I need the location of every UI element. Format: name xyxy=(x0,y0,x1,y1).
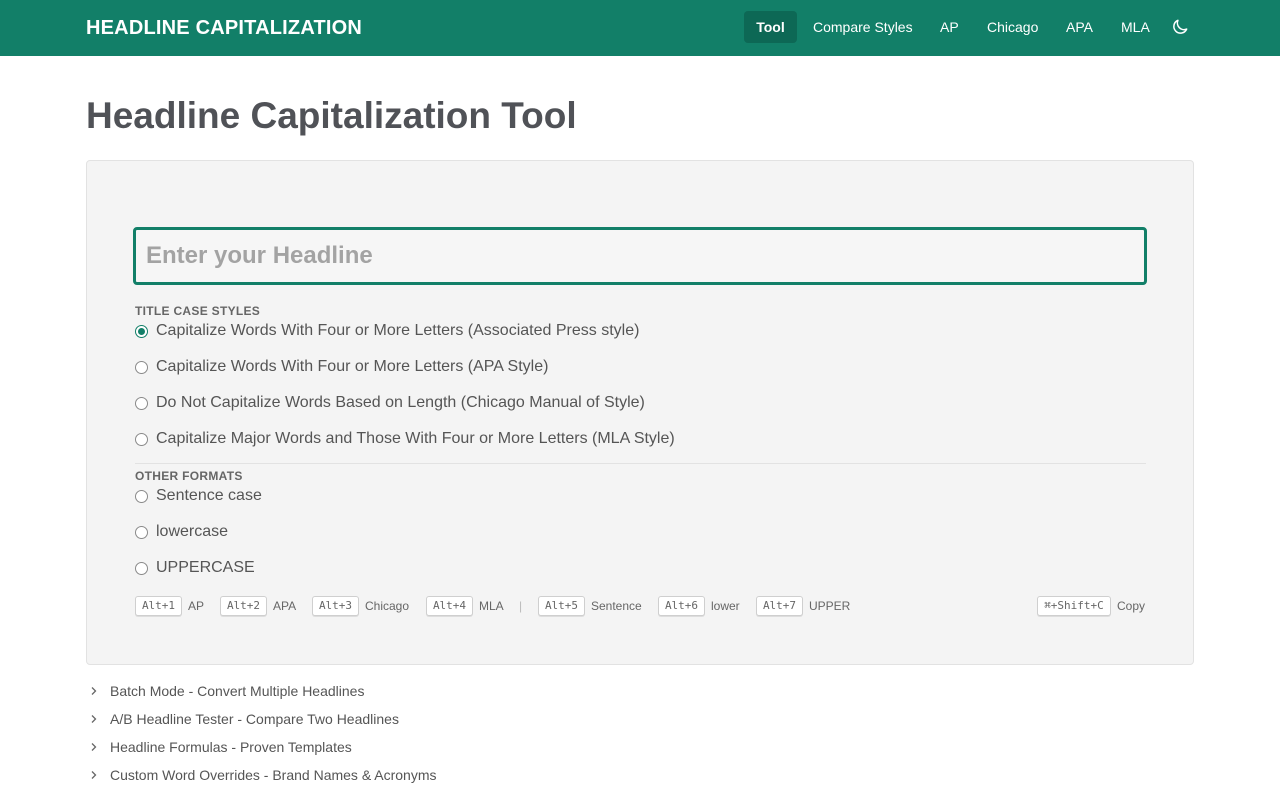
chevron-right-icon xyxy=(91,687,97,695)
chevron-right-icon xyxy=(91,771,97,779)
nav-tool[interactable]: Tool xyxy=(744,11,797,43)
shortcut-separator: | xyxy=(519,599,523,613)
shortcut-key: Alt+5 xyxy=(538,596,585,616)
option-label: lowercase xyxy=(156,523,229,540)
option-label: Capitalize Words With Four or More Lette… xyxy=(156,358,549,375)
moon-icon[interactable] xyxy=(1170,17,1190,37)
chevron-right-icon xyxy=(91,743,97,751)
nav-ap[interactable]: AP xyxy=(940,11,959,43)
option-label: Capitalize Words With Four or More Lette… xyxy=(156,322,640,339)
nav-apa[interactable]: APA xyxy=(1066,11,1093,43)
shortcut-label: MLA xyxy=(479,599,504,613)
option-label: Do Not Capitalize Words Based on Length … xyxy=(156,394,645,411)
section-ab-tester[interactable]: A/B Headline Tester - Compare Two Headli… xyxy=(89,710,399,728)
shortcut-key: Alt+3 xyxy=(312,596,359,616)
section-custom-overrides[interactable]: Custom Word Overrides - Brand Names & Ac… xyxy=(89,766,437,784)
shortcut-key: Alt+6 xyxy=(658,596,705,616)
radio-button[interactable] xyxy=(135,561,148,575)
shortcut-label: Chicago xyxy=(365,599,410,613)
page-title: Headline Capitalization Tool xyxy=(86,95,577,136)
chevron-right-icon xyxy=(91,715,97,723)
radio-button[interactable] xyxy=(135,489,148,503)
nav-compare-styles[interactable]: Compare Styles xyxy=(813,11,913,43)
section-label: A/B Headline Tester - Compare Two Headli… xyxy=(110,711,399,727)
shortcut-label: Sentence xyxy=(591,599,642,613)
copy-shortcut-label: Copy xyxy=(1117,599,1146,613)
shortcut-label: UPPER xyxy=(809,599,851,613)
shortcut-key: Alt+4 xyxy=(426,596,473,616)
radio-button[interactable] xyxy=(135,360,148,374)
option-uppercase[interactable]: UPPERCASE xyxy=(135,557,255,579)
nav-chicago[interactable]: Chicago xyxy=(987,11,1038,43)
radio-button[interactable] xyxy=(135,432,148,446)
other-formats-heading: OTHER FORMATS xyxy=(135,469,243,483)
option-ap-style[interactable]: Capitalize Words With Four or More Lette… xyxy=(135,320,639,342)
headline-input[interactable] xyxy=(133,227,1147,285)
option-label: Sentence case xyxy=(156,487,262,504)
shortcut-label: APA xyxy=(273,599,297,613)
shortcut-key: Alt+1 xyxy=(135,596,182,616)
option-label: UPPERCASE xyxy=(156,559,255,576)
section-label: Headline Formulas - Proven Templates xyxy=(110,739,352,755)
shortcut-key: Alt+2 xyxy=(220,596,267,616)
shortcut-key: Alt+7 xyxy=(756,596,803,616)
option-label: Capitalize Major Words and Those With Fo… xyxy=(156,430,675,447)
divider xyxy=(135,463,1146,464)
option-apa-style[interactable]: Capitalize Words With Four or More Lette… xyxy=(135,356,548,378)
radio-button[interactable] xyxy=(135,525,148,539)
shortcut-label: AP xyxy=(188,599,205,613)
option-lowercase[interactable]: lowercase xyxy=(135,521,228,543)
nav-mla[interactable]: MLA xyxy=(1121,11,1150,43)
section-headline-formulas[interactable]: Headline Formulas - Proven Templates xyxy=(89,738,352,756)
section-label: Batch Mode - Convert Multiple Headlines xyxy=(110,683,365,699)
section-label: Custom Word Overrides - Brand Names & Ac… xyxy=(110,767,437,783)
copy-shortcut-key: ⌘+Shift+C xyxy=(1037,596,1111,616)
section-batch-mode[interactable]: Batch Mode - Convert Multiple Headlines xyxy=(89,682,364,700)
top-navbar: HEADLINE CAPITALIZATION Tool Compare Sty… xyxy=(0,0,1280,56)
brand-logo[interactable]: HEADLINE CAPITALIZATION xyxy=(86,16,362,40)
option-sentence-case[interactable]: Sentence case xyxy=(135,485,262,507)
radio-button[interactable] xyxy=(135,396,148,410)
option-chicago-style[interactable]: Do Not Capitalize Words Based on Length … xyxy=(135,392,645,414)
title-case-heading: TITLE CASE STYLES xyxy=(135,304,261,318)
radio-button-checked[interactable] xyxy=(135,324,148,338)
option-mla-style[interactable]: Capitalize Major Words and Those With Fo… xyxy=(135,428,675,450)
shortcut-label: lower xyxy=(711,599,740,613)
